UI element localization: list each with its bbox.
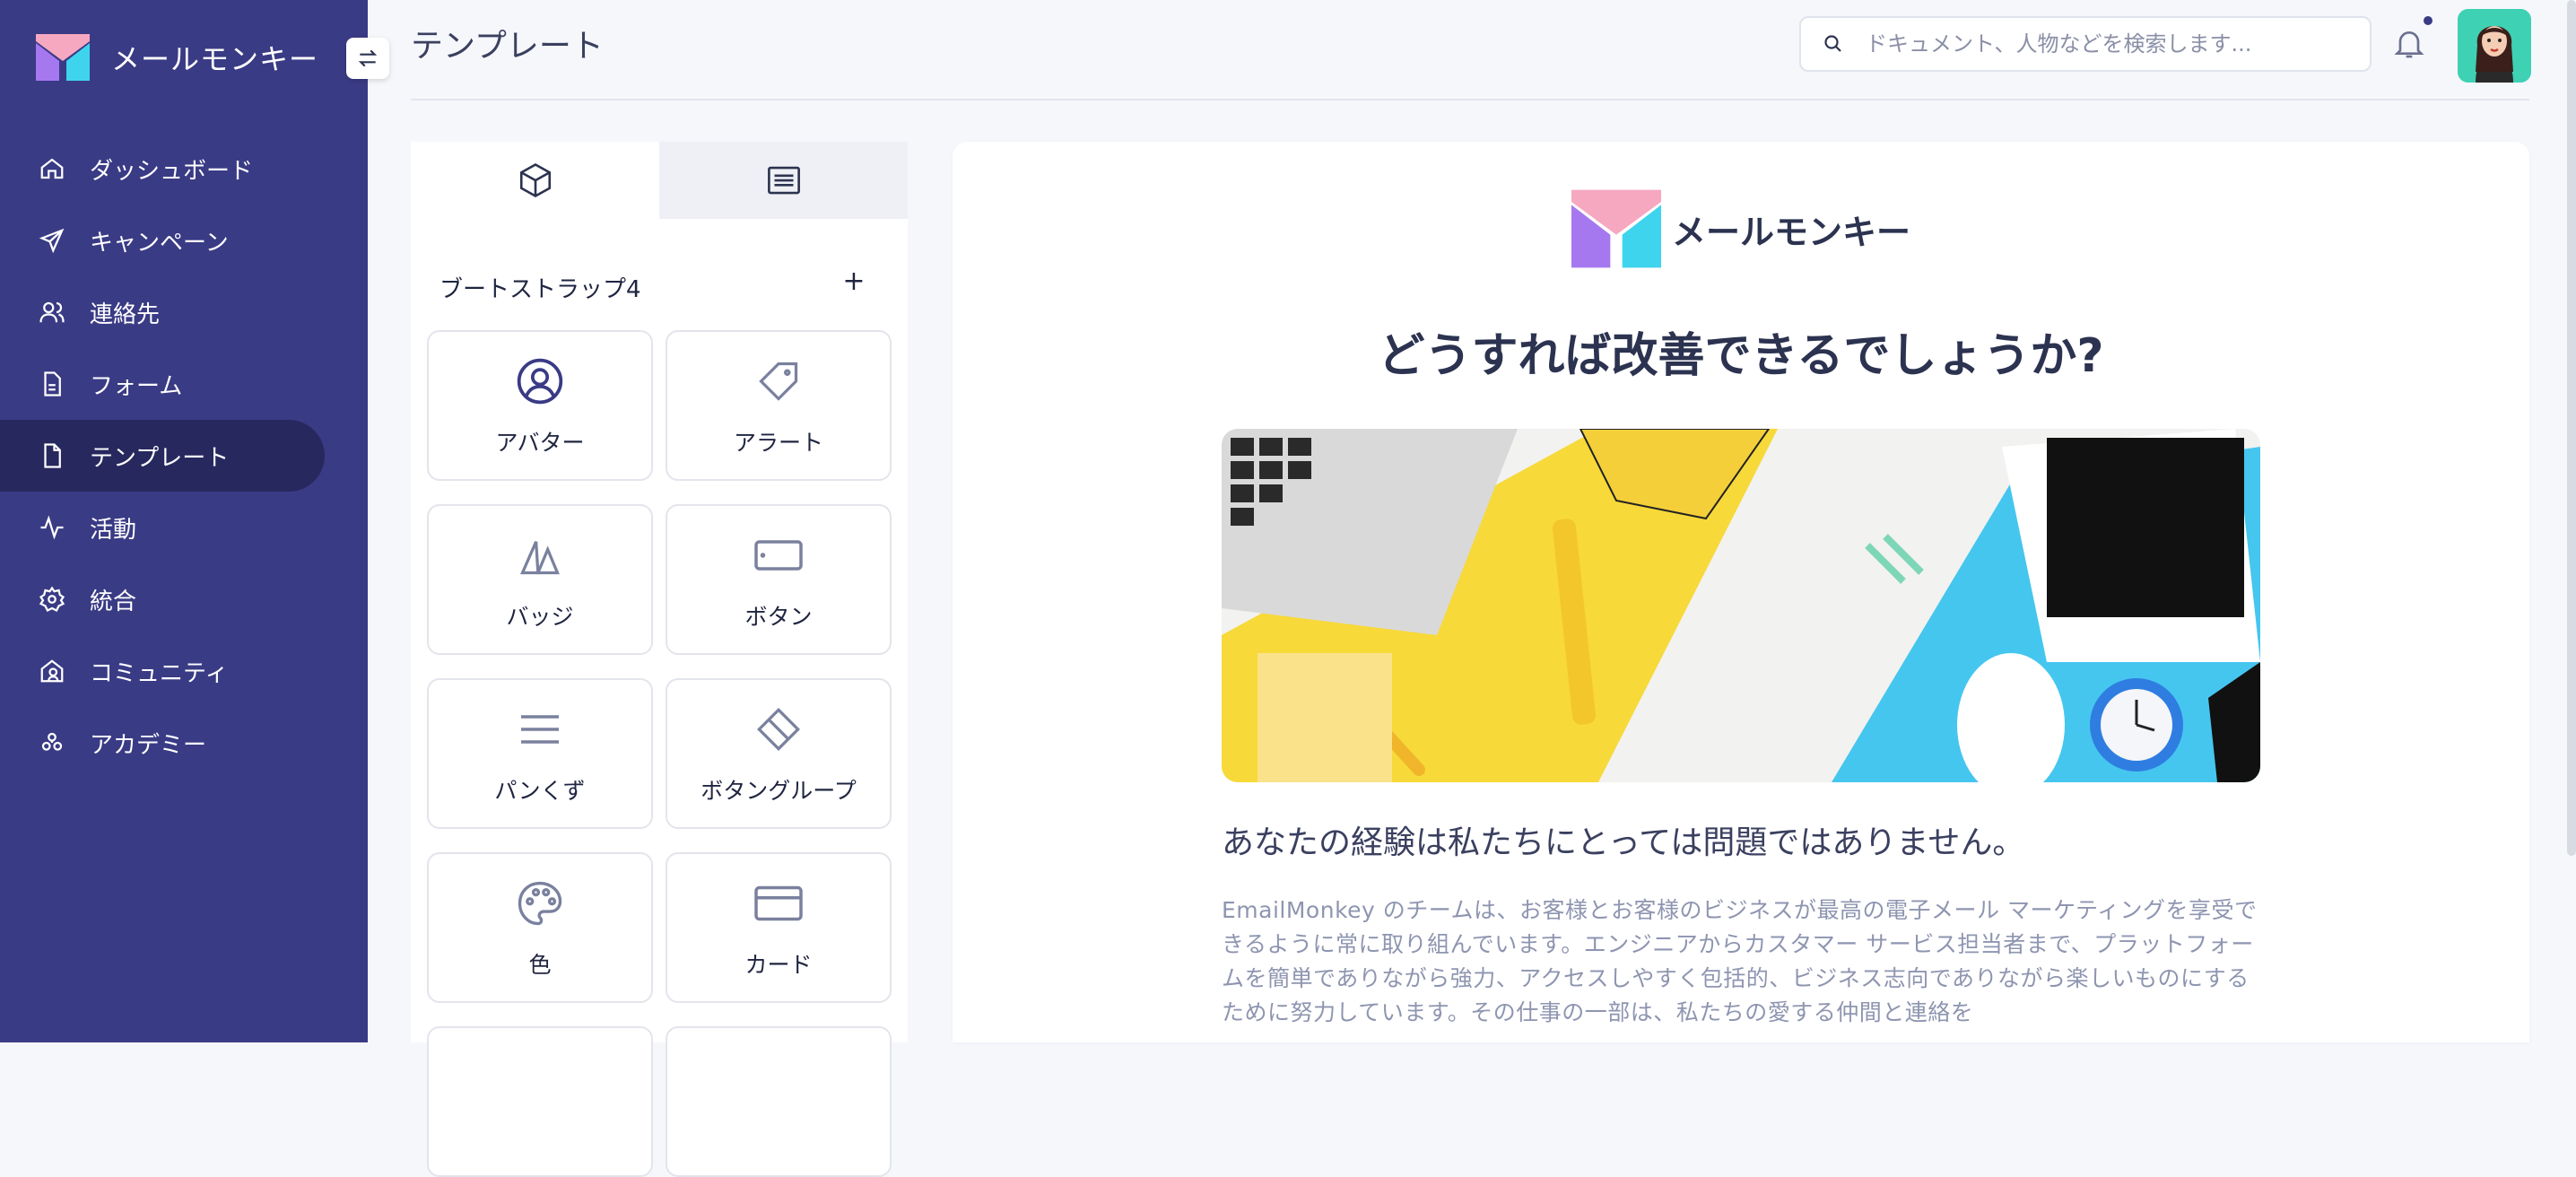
tab-blocks[interactable] (411, 142, 659, 219)
eraser-icon (667, 703, 890, 755)
sidebar-item-label: 連絡先 (90, 301, 161, 328)
tile-label: アバター (495, 430, 585, 456)
file-icon (36, 440, 68, 472)
tile-badge[interactable]: バッジ (427, 504, 653, 655)
email-brand-name: メールモンキー (1672, 213, 1911, 252)
sidebar-item-activity[interactable]: 活動 (0, 492, 368, 563)
menu-lines-icon (429, 703, 651, 755)
sidebar-item-contacts[interactable]: 連絡先 (0, 276, 368, 348)
sidebar-item-label: アカデミー (90, 731, 207, 759)
sidebar-item-label: 活動 (90, 516, 137, 544)
sidebar-item-label: 統合 (90, 588, 137, 615)
tile-label: 色 (528, 952, 552, 978)
academy-icon (36, 727, 68, 759)
tile-breadcrumb[interactable]: パンくず (427, 678, 653, 829)
components-panel: ブートストラップ4 + アバター アラート バッジ ボタン パンくず ボタングル… (411, 142, 908, 1177)
components-list: ブートストラップ4 + アバター アラート バッジ ボタン パンくず ボタングル… (411, 219, 908, 1177)
sidebar-item-integrations[interactable]: 統合 (0, 563, 368, 635)
tile-next[interactable] (666, 1026, 892, 1177)
tile-label: アラート (733, 430, 823, 456)
sidebar-item-community[interactable]: コミュニティ (0, 635, 368, 707)
sidebar-item-academy[interactable]: アカデミー (0, 707, 368, 779)
tile-label: パンくず (494, 778, 586, 804)
sidebar-item-label: テンプレート (90, 444, 230, 472)
swap-icon (358, 49, 378, 67)
search-bar[interactable] (1799, 16, 2371, 72)
tile-label: ボタン (744, 604, 813, 630)
community-icon (36, 655, 68, 687)
hero-image[interactable] (1222, 429, 2260, 782)
sidebar-toggle-button[interactable] (346, 38, 389, 79)
sidebar-item-dashboard[interactable]: ダッシュボード (0, 133, 368, 205)
sidebar-nav: ダッシュボード キャンペーン 連絡先 フォーム テンプレート 活動 統合 コミュ… (0, 133, 368, 779)
list-icon (767, 166, 800, 195)
hero-illustration (1222, 429, 2260, 782)
avatar-image (2458, 9, 2531, 83)
tile-color[interactable]: 色 (427, 852, 653, 1003)
search-icon (1823, 33, 1849, 55)
brand-logo-icon (1571, 189, 1661, 268)
palette-icon (429, 877, 651, 929)
tag-icon (667, 355, 890, 407)
email-subheading[interactable]: あなたの経験は私たちにとっては問題ではありません。 (1222, 816, 2024, 863)
bell-icon[interactable] (2391, 23, 2427, 63)
user-circle-icon (429, 355, 651, 407)
page-title: テンプレート (411, 28, 604, 65)
cube-icon (519, 162, 551, 198)
add-group-button[interactable]: + (836, 264, 872, 300)
button-icon (667, 529, 890, 581)
panel-tabs (411, 142, 908, 219)
page-scrollbar[interactable] (2567, 0, 2576, 856)
sidebar-item-forms[interactable]: フォーム (0, 348, 368, 420)
tile-label: バッジ (506, 604, 574, 630)
email-body-text[interactable]: EmailMonkey のチームは、お客様とお客様のビジネスが最高の電子メール … (1222, 894, 2262, 1030)
brand-name: メールモンキー (111, 42, 319, 76)
tile-label: ボタングループ (701, 778, 857, 804)
avatar[interactable] (2458, 9, 2531, 83)
form-icon (36, 368, 68, 400)
tile-button-group[interactable]: ボタングループ (666, 678, 892, 829)
tile-alert[interactable]: アラート (666, 330, 892, 481)
tab-layers[interactable] (659, 142, 908, 219)
users-icon (36, 296, 68, 328)
brand-logo-icon (36, 34, 90, 81)
sidebar-item-campaigns[interactable]: キャンペーン (0, 205, 368, 276)
tile-button[interactable]: ボタン (666, 504, 892, 655)
tile-avatar[interactable]: アバター (427, 330, 653, 481)
credit-card-icon (667, 877, 890, 929)
email-headline[interactable]: どうすれば改善できるでしょうか? (953, 318, 2529, 385)
sidebar-item-label: ダッシュボード (90, 157, 254, 185)
search-input[interactable] (1864, 31, 2352, 57)
tile-label: カード (744, 952, 813, 978)
email-preview: メールモンキー どうすれば改善できるでしょうか? あなたの経験は私たちにとっては… (953, 142, 2529, 1042)
activity-icon (36, 511, 68, 544)
send-icon (36, 224, 68, 257)
notification-dot (2424, 16, 2432, 25)
tile-card[interactable]: カード (666, 852, 892, 1003)
sidebar-item-label: コミュニティ (90, 659, 229, 687)
group-title: ブートストラップ4 (439, 276, 641, 303)
brand[interactable]: メールモンキー (36, 32, 318, 83)
home-icon (36, 153, 68, 185)
tile-next[interactable] (427, 1026, 653, 1177)
badge-icon (429, 529, 651, 581)
sidebar-item-templates[interactable]: テンプレート (0, 420, 325, 492)
sidebar-item-label: キャンペーン (90, 229, 229, 257)
header-divider (411, 99, 2529, 100)
gear-icon (36, 583, 68, 615)
sidebar: メールモンキー ダッシュボード キャンペーン 連絡先 フォーム テンプレート 活… (0, 0, 368, 1042)
sidebar-item-label: フォーム (90, 372, 183, 400)
